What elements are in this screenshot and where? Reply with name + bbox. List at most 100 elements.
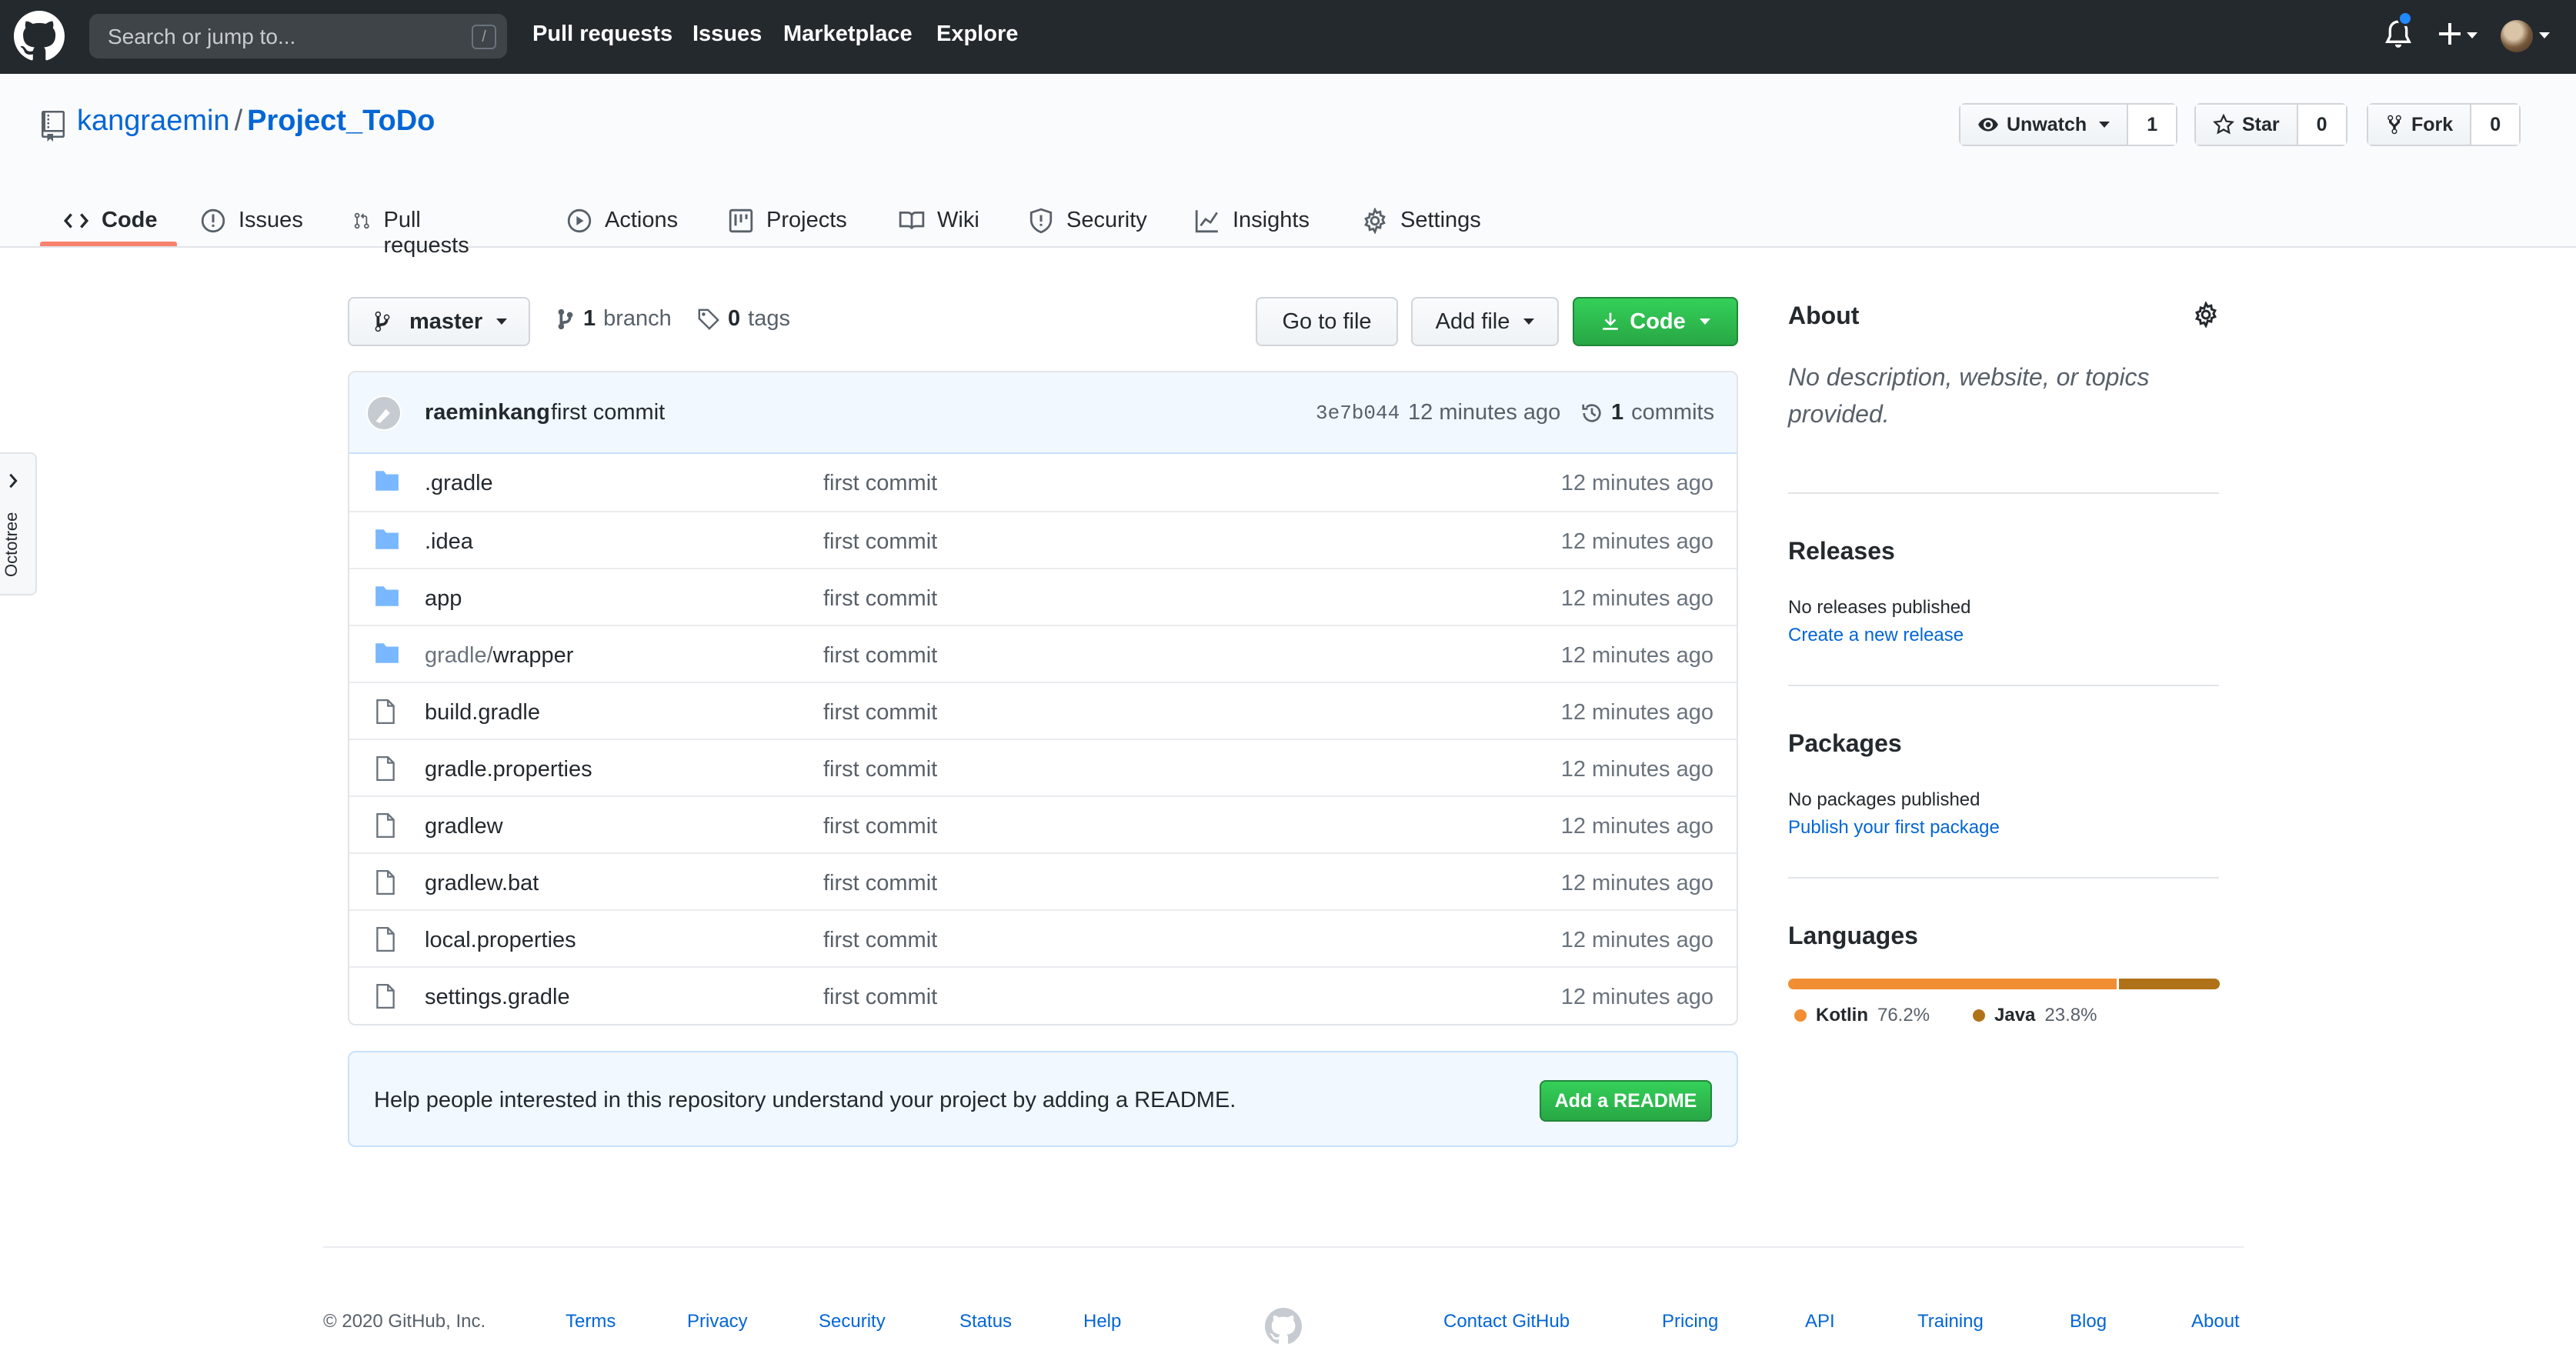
- footer-link-about[interactable]: About: [2191, 1311, 2240, 1332]
- code-download-button[interactable]: Code: [1573, 297, 1738, 346]
- tab-label: Pull requests: [383, 208, 469, 258]
- footer-link-blog[interactable]: Blog: [2070, 1311, 2107, 1332]
- file-commit-message[interactable]: first commit: [823, 814, 937, 839]
- stargazers-count[interactable]: 0: [2297, 105, 2346, 145]
- code-button-label: Code: [1630, 308, 1686, 334]
- footer-link-status[interactable]: Status: [959, 1311, 1012, 1332]
- file-row[interactable]: gradlew.bat first commit 12 minutes ago: [349, 852, 1737, 909]
- github-mark-icon[interactable]: [1265, 1308, 1302, 1345]
- language-java[interactable]: Java 23.8%: [1973, 1005, 2097, 1026]
- tags-link[interactable]: 0 tags: [697, 306, 790, 332]
- file-commit-message[interactable]: first commit: [823, 928, 937, 953]
- footer-link-training[interactable]: Training: [1917, 1311, 1984, 1332]
- search-input[interactable]: Search or jump to... /: [89, 14, 507, 58]
- file-commit-message[interactable]: first commit: [823, 643, 937, 669]
- file-row[interactable]: gradlew first commit 12 minutes ago: [349, 795, 1737, 852]
- commit-author[interactable]: raeminkang: [425, 400, 550, 425]
- file-commit-message[interactable]: first commit: [823, 700, 937, 725]
- selected-tab-indicator: [40, 242, 177, 246]
- file-name-link[interactable]: gradlew: [425, 814, 503, 839]
- user-avatar[interactable]: [2501, 20, 2533, 52]
- tab-wiki[interactable]: Wiki: [899, 192, 979, 248]
- tab-actions[interactable]: Actions: [566, 192, 678, 248]
- footer-link-pricing[interactable]: Pricing: [1662, 1311, 1718, 1332]
- file-name-link[interactable]: .idea: [425, 529, 473, 555]
- tab-insights[interactable]: Insights: [1194, 192, 1310, 248]
- file-commit-message[interactable]: first commit: [823, 871, 937, 896]
- footer-link-privacy[interactable]: Privacy: [687, 1311, 748, 1332]
- add-file-button[interactable]: Add file: [1411, 297, 1559, 346]
- file-commit-message[interactable]: first commit: [823, 757, 937, 782]
- tab-security[interactable]: Security: [1028, 192, 1147, 248]
- file-name-link[interactable]: local.properties: [425, 928, 576, 953]
- tab-label: Actions: [605, 208, 679, 232]
- repo-owner-link[interactable]: kangraemin: [77, 105, 230, 137]
- file-icon: [374, 926, 397, 952]
- tab-issues[interactable]: Issues: [200, 192, 303, 248]
- fork-button[interactable]: Fork: [2368, 105, 2472, 145]
- language-kotlin[interactable]: Kotlin 76.2%: [1794, 1005, 1930, 1026]
- file-name-link[interactable]: gradlew.bat: [425, 871, 539, 896]
- go-to-file-button[interactable]: Go to file: [1256, 297, 1398, 346]
- footer-link-api[interactable]: API: [1805, 1311, 1835, 1332]
- releases-heading[interactable]: Releases: [1788, 537, 1895, 565]
- file-row[interactable]: .idea first commit 12 minutes ago: [349, 511, 1737, 568]
- footer-link-security[interactable]: Security: [819, 1311, 886, 1332]
- divider: [1788, 685, 2219, 686]
- file-row[interactable]: gradle.properties first commit 12 minutes …: [349, 739, 1737, 795]
- play-icon: [567, 208, 592, 233]
- file-row[interactable]: settings.gradle first commit 12 minutes ag…: [349, 966, 1737, 1023]
- user-menu-caret-icon[interactable]: [2539, 32, 2550, 38]
- packages-heading[interactable]: Packages: [1788, 729, 1902, 758]
- branch-select-button[interactable]: master: [348, 297, 530, 346]
- file-row[interactable]: local.properties first commit 12 minutes a…: [349, 909, 1737, 966]
- file-name-link[interactable]: .gradle: [425, 471, 493, 496]
- file-commit-message[interactable]: first commit: [823, 529, 937, 555]
- file-name-link[interactable]: settings.gradle: [425, 985, 570, 1010]
- file-row[interactable]: gradle/wrapper first commit 12 minutes ago: [349, 625, 1737, 682]
- branches-link[interactable]: 1 branch: [556, 306, 672, 332]
- tab-settings[interactable]: Settings: [1362, 192, 1481, 248]
- add-readme-button[interactable]: Add a README: [1540, 1080, 1712, 1122]
- file-commit-message[interactable]: first commit: [823, 985, 937, 1010]
- file-row[interactable]: app first commit 12 minutes ago: [349, 568, 1737, 625]
- file-name-link[interactable]: gradle/wrapper: [425, 643, 573, 669]
- repo-name-link[interactable]: Project_ToDo: [247, 105, 435, 137]
- create-release-link[interactable]: Create a new release: [1788, 625, 1964, 646]
- footer-link-terms[interactable]: Terms: [566, 1311, 616, 1332]
- octotree-sidebar-toggle[interactable]: Octotree: [0, 452, 37, 595]
- forks-count[interactable]: 0: [2471, 105, 2520, 145]
- file-name-link[interactable]: build.gradle: [425, 700, 540, 725]
- file-commit-message[interactable]: first commit: [823, 471, 937, 496]
- file-name-link[interactable]: gradle.properties: [425, 757, 592, 782]
- unwatch-button[interactable]: Unwatch: [1960, 105, 2129, 145]
- star-button[interactable]: Star: [2196, 105, 2298, 145]
- create-menu-caret-icon[interactable]: [2467, 32, 2478, 38]
- publish-package-link[interactable]: Publish your first package: [1788, 817, 2000, 839]
- footer-link-contact[interactable]: Contact GitHub: [1443, 1311, 1570, 1332]
- repository-title: kangraemin / Project_ToDo: [42, 105, 435, 142]
- commit-sha[interactable]: 3e7b044: [1316, 402, 1400, 425]
- nav-marketplace[interactable]: Marketplace: [783, 22, 913, 47]
- commits-count: 1: [1611, 400, 1624, 425]
- file-commit-message[interactable]: first commit: [823, 586, 937, 612]
- nav-issues[interactable]: Issues: [692, 22, 762, 47]
- commits-history-link[interactable]: 1 commits: [1580, 400, 1714, 425]
- commit-author-avatar[interactable]: [366, 395, 402, 431]
- footer-link-help[interactable]: Help: [1083, 1311, 1121, 1332]
- watchers-count[interactable]: 1: [2128, 105, 2177, 145]
- file-name: settings.gradle: [425, 985, 570, 1009]
- nav-explore[interactable]: Explore: [936, 22, 1018, 47]
- nav-pull-requests[interactable]: Pull requests: [532, 22, 672, 47]
- tab-code[interactable]: Code: [63, 192, 158, 248]
- github-logo-icon[interactable]: [14, 11, 65, 62]
- commit-message[interactable]: first commit: [551, 400, 665, 425]
- tab-projects[interactable]: Projects: [728, 192, 847, 248]
- tab-pull-requests[interactable]: Pull requests: [352, 192, 476, 258]
- gear-icon[interactable]: [2193, 302, 2219, 328]
- file-commit-age: 12 minutes ago: [1560, 814, 1713, 839]
- plus-icon[interactable]: [2438, 22, 2462, 46]
- file-row[interactable]: build.gradle first commit 12 minutes ago: [349, 682, 1737, 739]
- file-row[interactable]: .gradle first commit 12 minutes ago: [349, 454, 1737, 511]
- file-name-link[interactable]: app: [425, 586, 462, 612]
